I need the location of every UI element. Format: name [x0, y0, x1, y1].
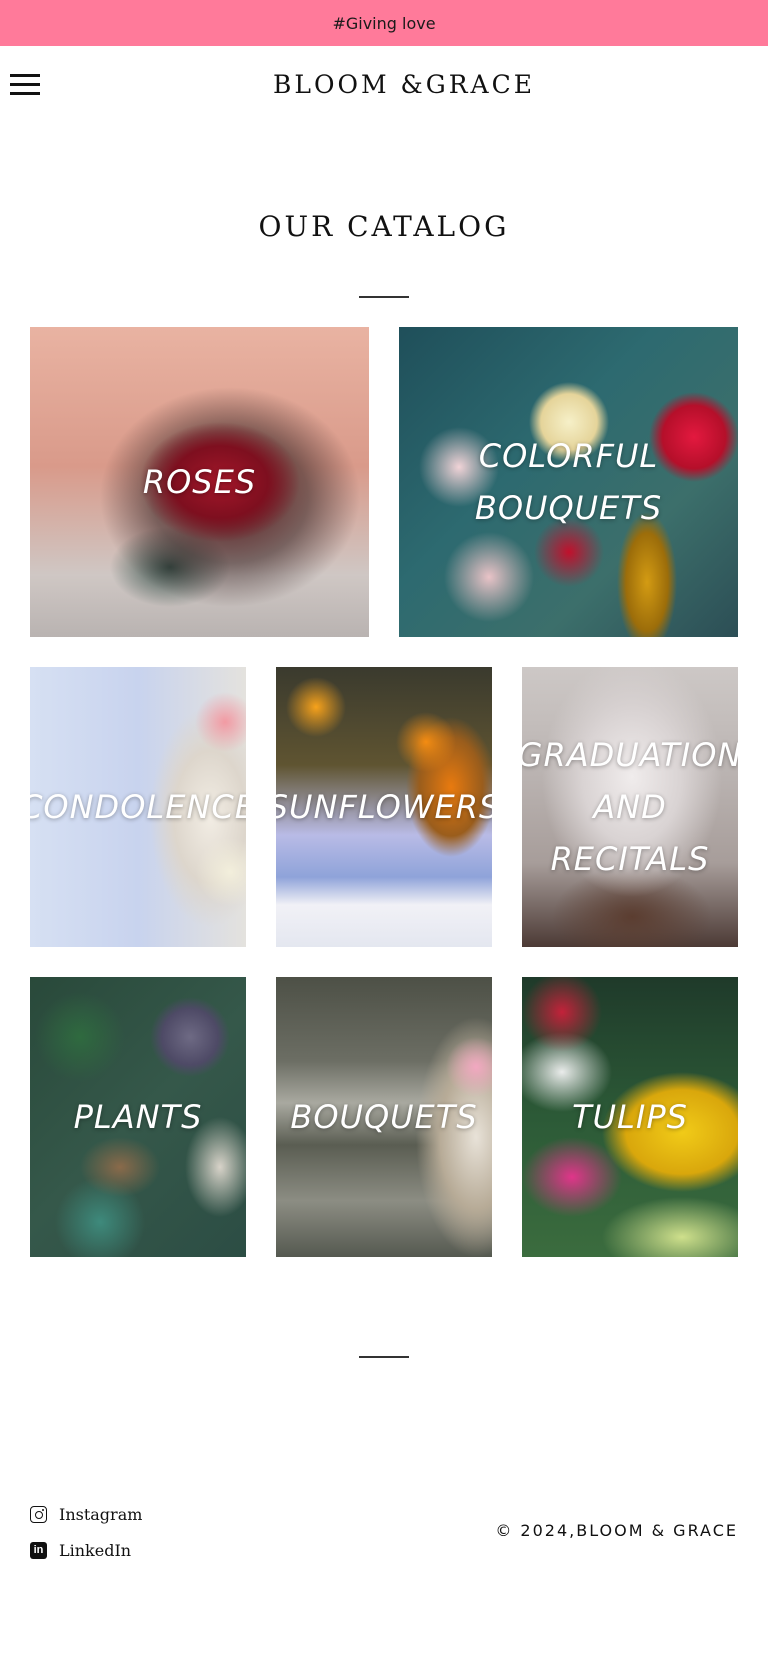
tile-condolence[interactable]: CONDOLENCE: [30, 667, 246, 947]
tile-bouquets[interactable]: BOUQUETS: [276, 977, 492, 1257]
tile-label: TULIPS: [572, 1098, 688, 1136]
linkedin-link[interactable]: in LinkedIn: [30, 1541, 131, 1560]
tile-roses[interactable]: ROSES: [30, 327, 369, 637]
tile-plants[interactable]: PLANTS: [30, 977, 246, 1257]
title-divider: [359, 296, 409, 298]
catalog-title: OUR CATALOG: [258, 210, 510, 243]
brand-logo[interactable]: BLOOM &GRACE: [0, 70, 768, 99]
instagram-icon: [30, 1506, 47, 1523]
tile-label: ROSES: [142, 463, 257, 501]
footer-divider: [359, 1356, 409, 1358]
linkedin-label: LinkedIn: [59, 1541, 132, 1560]
tile-label: CONDOLENCE: [30, 788, 246, 826]
tile-colorful-bouquets[interactable]: COLORFUL BOUQUETS: [399, 327, 738, 637]
instagram-link[interactable]: Instagram: [30, 1505, 142, 1524]
tile-label: GRADUATION AND RECITALS: [522, 736, 738, 878]
linkedin-icon: in: [30, 1542, 47, 1559]
tile-tulips[interactable]: TULIPS: [522, 977, 738, 1257]
announcement-text: #Giving love: [332, 13, 436, 33]
tile-sunflowers[interactable]: SUNFLOWERS: [276, 667, 492, 947]
announcement-bar: #Giving love: [0, 0, 768, 46]
tile-graduation-recitals[interactable]: GRADUATION AND RECITALS: [522, 667, 738, 947]
copyright-text: © 2024,BLOOM & GRACE: [495, 1521, 738, 1540]
tile-label: PLANTS: [73, 1098, 203, 1136]
tile-label: SUNFLOWERS: [276, 788, 492, 826]
tile-label: COLORFUL BOUQUETS: [474, 437, 663, 527]
tile-label: BOUQUETS: [290, 1098, 478, 1136]
instagram-label: Instagram: [59, 1505, 143, 1524]
